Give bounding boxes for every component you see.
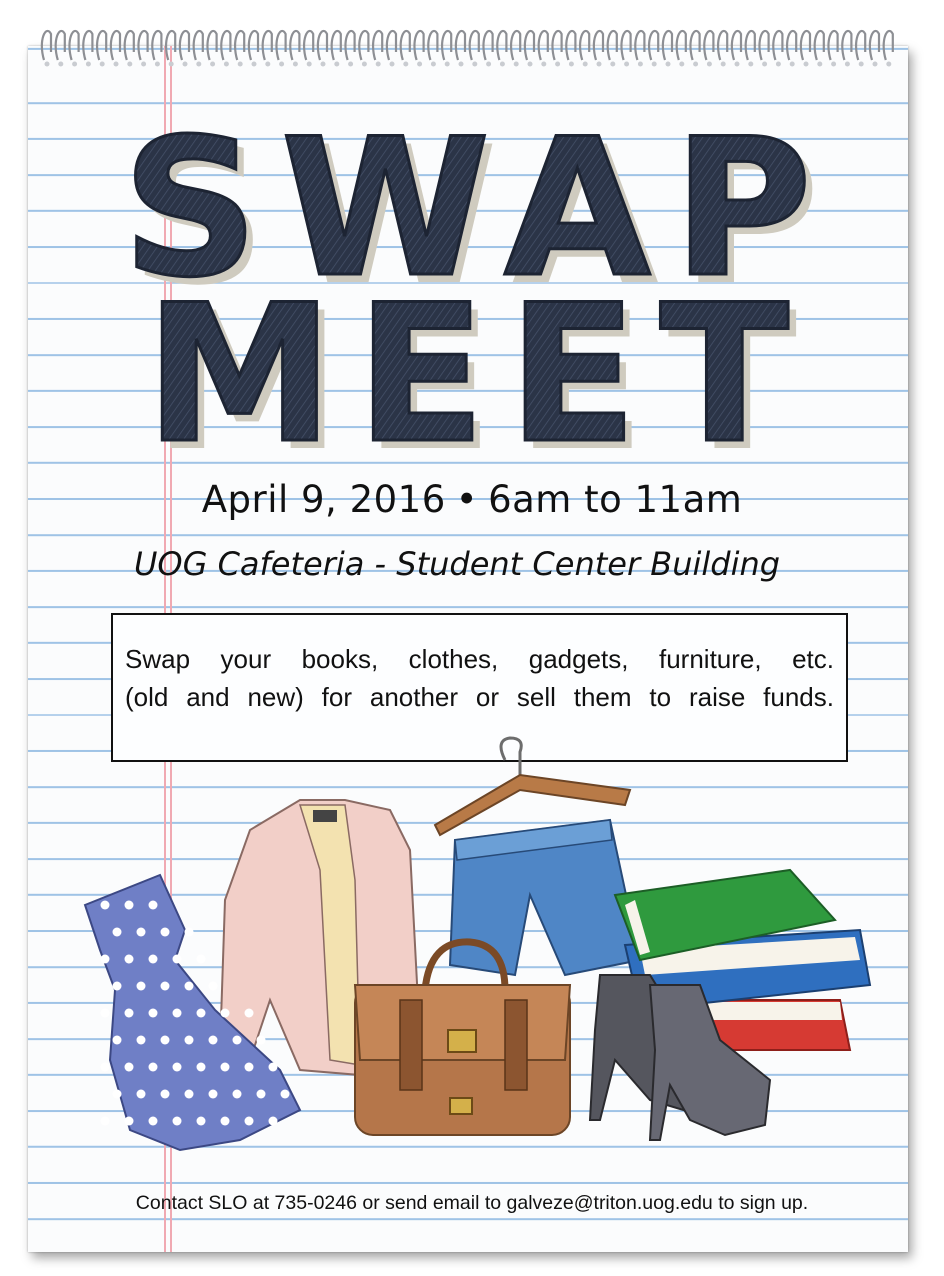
polka-dot [184, 927, 194, 937]
polka-dot [196, 954, 206, 964]
polka-dot [124, 1008, 134, 1018]
polka-dot [244, 1062, 254, 1072]
polka-dot [148, 900, 158, 910]
polka-dot [124, 1116, 134, 1126]
polka-dot [136, 1089, 146, 1099]
polka-dot [148, 1062, 158, 1072]
polka-dot [148, 1008, 158, 1018]
polka-dot [220, 1008, 230, 1018]
polka-dot [196, 1008, 206, 1018]
polka-dot [280, 1089, 290, 1099]
polka-dot [220, 1116, 230, 1126]
polka-dot [100, 1116, 110, 1126]
polka-dot [208, 1035, 218, 1045]
polka-dot [268, 1116, 278, 1126]
polka-dot [100, 1008, 110, 1018]
polka-dot [184, 981, 194, 991]
polka-dot [184, 1035, 194, 1045]
polka-dot [124, 900, 134, 910]
polka-dot [208, 981, 218, 991]
polka-dot [160, 981, 170, 991]
polka-dot [172, 1062, 182, 1072]
polka-dot [256, 1035, 266, 1045]
polka-dot [112, 927, 122, 937]
polka-dot [232, 1089, 242, 1099]
polka-dot [100, 900, 110, 910]
polka-dot [112, 981, 122, 991]
polka-dot [184, 1089, 194, 1099]
polka-dot [136, 1035, 146, 1045]
polka-dot [136, 981, 146, 991]
polka-dot [124, 954, 134, 964]
swap-items-illustration [83, 736, 872, 1152]
polka-dot [268, 1062, 278, 1072]
polka-dot [244, 1116, 254, 1126]
polka-dot [244, 1008, 254, 1018]
polka-dot [160, 927, 170, 937]
polka-dot [160, 1035, 170, 1045]
polka-dot [196, 1062, 206, 1072]
polka-dot [196, 1116, 206, 1126]
polka-dot [208, 1089, 218, 1099]
polka-dot [172, 954, 182, 964]
contact-info: Contact SLO at 735-0246 or send email to… [135, 1192, 809, 1214]
polka-dot [148, 954, 158, 964]
polka-dot [112, 1089, 122, 1099]
polka-dot [112, 1035, 122, 1045]
polka-dot [100, 954, 110, 964]
polka-dot [232, 1035, 242, 1045]
polka-dot [100, 1062, 110, 1072]
polka-dot [172, 1008, 182, 1018]
polka-dot [220, 1062, 230, 1072]
polka-dot [124, 1062, 134, 1072]
polka-dot [256, 1089, 266, 1099]
polka-dot [172, 1116, 182, 1126]
polka-dot [160, 1089, 170, 1099]
polka-dot [136, 927, 146, 937]
polka-dot [148, 1116, 158, 1126]
